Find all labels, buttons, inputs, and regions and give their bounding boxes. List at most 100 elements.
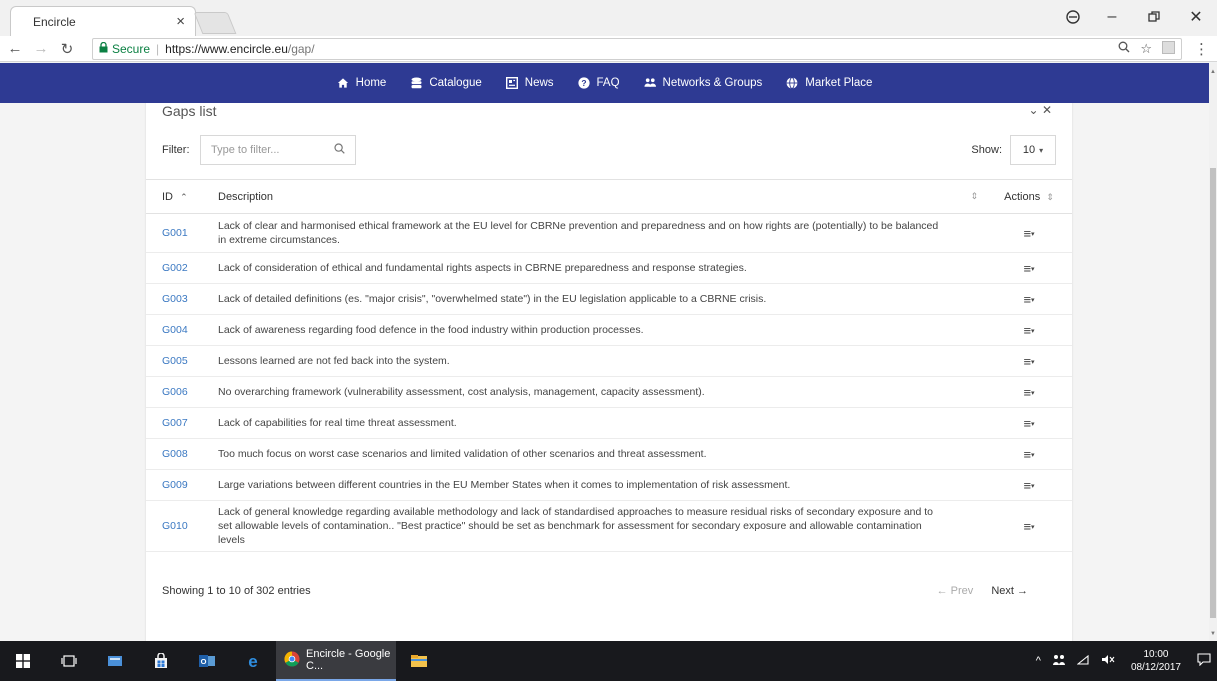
browser-menu-icon[interactable]: ⋮ bbox=[1194, 40, 1209, 58]
gap-description: Lack of general knowledge regarding avai… bbox=[218, 500, 986, 552]
chevron-up-icon[interactable]: ^ bbox=[1036, 655, 1041, 667]
nav-item-home[interactable]: Home bbox=[337, 77, 386, 89]
lock-icon bbox=[99, 41, 108, 56]
caret-down-icon: ▾ bbox=[1031, 482, 1035, 490]
search-icon[interactable] bbox=[334, 141, 345, 159]
column-header-id[interactable]: ID ⌃ bbox=[146, 179, 218, 214]
gap-id-link[interactable]: G002 bbox=[146, 252, 218, 284]
gap-id-link[interactable]: G008 bbox=[146, 438, 218, 470]
row-actions-menu[interactable]: ≡▾ bbox=[986, 407, 1072, 439]
row-actions-menu[interactable]: ≡▾ bbox=[986, 283, 1072, 315]
collapse-icon[interactable]: ⌄ bbox=[1029, 103, 1039, 117]
tab-close-icon[interactable]: × bbox=[176, 14, 185, 29]
close-icon[interactable]: ✕ bbox=[1042, 103, 1052, 117]
gap-description: Lack of awareness regarding food defence… bbox=[218, 314, 986, 346]
store-app-icon[interactable] bbox=[138, 641, 184, 681]
nav-label: FAQ bbox=[596, 77, 620, 89]
sort-toggle-icon[interactable]: ⇕ bbox=[966, 179, 986, 214]
row-actions-menu[interactable]: ≡▾ bbox=[986, 213, 1072, 253]
prev-page-button[interactable]: ← Prev bbox=[937, 585, 974, 597]
extension-icon[interactable] bbox=[1162, 41, 1175, 54]
notifications-icon[interactable] bbox=[1197, 653, 1211, 669]
page-viewport: Home Catalogue News ? FAQ Networks & Gro… bbox=[0, 63, 1209, 641]
people-icon bbox=[644, 77, 656, 89]
gap-id-link[interactable]: G006 bbox=[146, 376, 218, 408]
forward-icon[interactable]: → bbox=[30, 40, 52, 57]
newspaper-icon bbox=[505, 77, 518, 89]
maximize-icon[interactable] bbox=[1133, 11, 1175, 23]
reload-icon[interactable]: ↻ bbox=[56, 40, 78, 58]
volume-icon[interactable] bbox=[1101, 654, 1115, 668]
table-row: G005 Lessons learned are not fed back in… bbox=[146, 345, 1072, 377]
filter-label: Filter: bbox=[162, 144, 190, 156]
file-explorer-icon[interactable] bbox=[396, 641, 442, 681]
gap-id-link[interactable]: G009 bbox=[146, 469, 218, 501]
gap-id-link[interactable]: G004 bbox=[146, 314, 218, 346]
scroll-up-icon[interactable]: ▲ bbox=[1209, 69, 1217, 75]
back-icon[interactable]: ← bbox=[4, 40, 26, 57]
column-header-description[interactable]: Description bbox=[218, 179, 966, 214]
database-icon bbox=[410, 77, 422, 89]
column-header-actions[interactable]: Actions ⇕ bbox=[986, 179, 1072, 214]
browser-tab[interactable]: Encircle × bbox=[10, 6, 196, 36]
security-label: Secure bbox=[112, 42, 151, 56]
nav-item-faq[interactable]: ? FAQ bbox=[577, 77, 620, 89]
task-view-icon[interactable] bbox=[46, 641, 92, 681]
gap-id-link[interactable]: G007 bbox=[146, 407, 218, 439]
menu-icon: ≡ bbox=[1023, 353, 1032, 369]
page-size-select[interactable]: 10 ▾ bbox=[1010, 135, 1056, 165]
scroll-down-icon[interactable]: ▼ bbox=[1209, 631, 1217, 637]
chevron-down-icon: ▾ bbox=[1039, 145, 1044, 155]
bookmark-star-icon[interactable]: ☆ bbox=[1140, 41, 1152, 57]
new-tab-button[interactable] bbox=[193, 12, 237, 34]
nav-item-market-place[interactable]: Market Place bbox=[786, 77, 872, 89]
gap-id-link[interactable]: G001 bbox=[146, 213, 218, 253]
close-window-icon[interactable]: ✕ bbox=[1175, 7, 1217, 27]
row-actions-menu[interactable]: ≡▾ bbox=[986, 252, 1072, 284]
page-size-control: Show: 10 ▾ bbox=[971, 135, 1056, 165]
table-row: G009 Large variations between different … bbox=[146, 469, 1072, 501]
page-scrollbar[interactable]: ▲ ▼ bbox=[1209, 63, 1217, 641]
gap-description: Large variations between different count… bbox=[218, 469, 986, 501]
row-actions-menu[interactable]: ≡▾ bbox=[986, 469, 1072, 501]
pagination: ← Prev Next → bbox=[937, 585, 1028, 597]
wifi-icon[interactable] bbox=[1076, 654, 1089, 668]
menu-icon: ≡ bbox=[1023, 225, 1032, 241]
nav-item-networks-groups[interactable]: Networks & Groups bbox=[644, 77, 762, 89]
row-actions-menu[interactable]: ≡▾ bbox=[986, 376, 1072, 408]
table-row: G001 Lack of clear and harmonised ethica… bbox=[146, 213, 1072, 253]
table-row: G002 Lack of consideration of ethical an… bbox=[146, 252, 1072, 284]
filter-input[interactable] bbox=[211, 144, 321, 156]
caret-down-icon: ▾ bbox=[1031, 420, 1035, 428]
notepad-app-icon[interactable] bbox=[92, 641, 138, 681]
outlook-app-icon[interactable]: O bbox=[184, 641, 230, 681]
home-icon bbox=[337, 77, 349, 89]
entries-info: Showing 1 to 10 of 302 entries bbox=[162, 585, 311, 597]
row-actions-menu[interactable]: ≡▾ bbox=[986, 345, 1072, 377]
gap-id-link[interactable]: G005 bbox=[146, 345, 218, 377]
row-actions-menu[interactable]: ≡▾ bbox=[986, 500, 1072, 552]
gaps-list-card: Gaps list ⌄ ✕ Filter: Show: 10 ▾ bbox=[146, 83, 1072, 641]
gap-id-link[interactable]: G003 bbox=[146, 283, 218, 315]
chrome-taskbar-button[interactable]: Encircle - Google C... bbox=[276, 641, 396, 681]
row-actions-menu[interactable]: ≡▾ bbox=[986, 314, 1072, 346]
minimize-icon[interactable]: – bbox=[1091, 8, 1133, 26]
nav-label: Catalogue bbox=[429, 77, 482, 89]
edge-app-icon[interactable]: e bbox=[230, 641, 276, 681]
scroll-thumb[interactable] bbox=[1210, 168, 1216, 618]
caret-down-icon: ▾ bbox=[1031, 451, 1035, 459]
address-bar[interactable]: Secure | https://www.encircle.eu/gap/ ☆ bbox=[92, 38, 1182, 60]
nav-item-catalogue[interactable]: Catalogue bbox=[410, 77, 482, 89]
gap-id-link[interactable]: G010 bbox=[146, 500, 218, 552]
nav-item-news[interactable]: News bbox=[505, 77, 554, 89]
windows-start-icon[interactable] bbox=[0, 641, 46, 681]
caret-down-icon: ▾ bbox=[1031, 358, 1035, 366]
network-app-icon[interactable] bbox=[1052, 654, 1065, 669]
row-actions-menu[interactable]: ≡▾ bbox=[986, 438, 1072, 470]
zoom-icon[interactable] bbox=[1118, 41, 1130, 57]
show-label: Show: bbox=[971, 144, 1002, 156]
account-icon[interactable] bbox=[1055, 10, 1091, 24]
clock-time: 10:00 bbox=[1143, 649, 1169, 660]
clock[interactable]: 10:00 08/12/2017 bbox=[1131, 648, 1181, 674]
next-page-button[interactable]: Next → bbox=[991, 585, 1028, 597]
